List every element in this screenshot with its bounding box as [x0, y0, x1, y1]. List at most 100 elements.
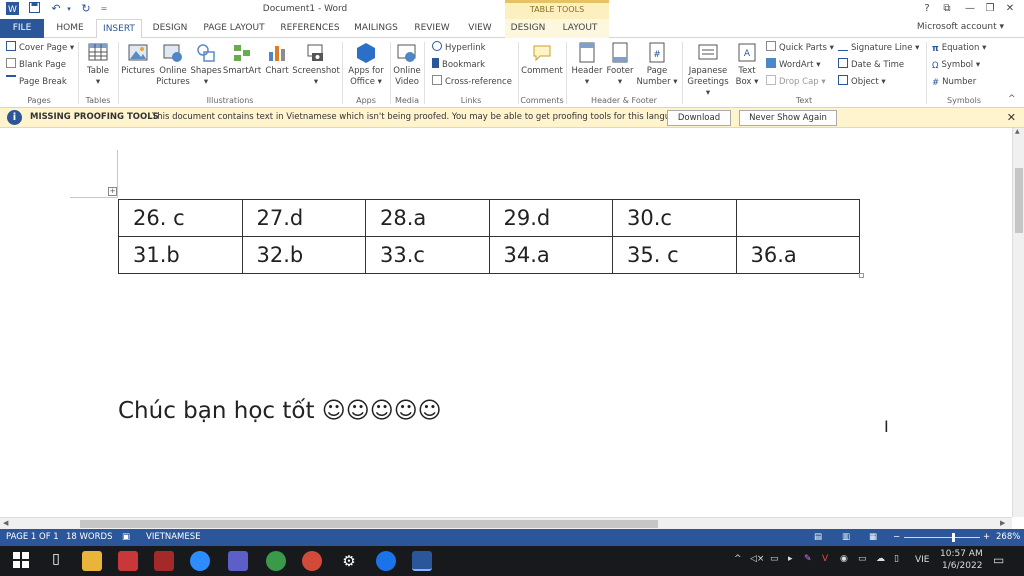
cloud-icon[interactable]: ☁ [876, 554, 885, 564]
table-cell[interactable]: 36.a [735, 236, 860, 274]
online-pictures-button[interactable]: Online Pictures [156, 42, 190, 88]
zalo-icon[interactable] [376, 551, 396, 571]
vtv-app-icon[interactable] [154, 551, 174, 571]
cover-page-button[interactable]: Cover Page ▾ [6, 41, 74, 55]
teams-icon[interactable] [228, 551, 248, 571]
horizontal-scroll-thumb[interactable] [80, 520, 658, 528]
closing-paragraph[interactable]: Chúc bạn học tốt ☺☺☺☺☺ [118, 398, 442, 424]
shapes-button[interactable]: Shapes ▾ [190, 42, 222, 88]
pictures-button[interactable]: Pictures [120, 42, 156, 77]
file-explorer-icon[interactable] [82, 551, 102, 571]
snipping-tool-icon[interactable] [118, 551, 138, 571]
tray-chevron-up-icon[interactable]: ^ [734, 554, 742, 564]
page-break-button[interactable]: Page Break [6, 75, 67, 89]
ribbon-display-options-icon[interactable]: ⧉ [937, 1, 957, 17]
object-button[interactable]: Object ▾ [838, 75, 886, 89]
settings-gear-icon[interactable]: ⚙ [339, 551, 359, 571]
zoom-level[interactable]: 268% [996, 532, 1020, 542]
minimize-button[interactable]: — [960, 1, 980, 17]
date-time-button[interactable]: Date & Time [838, 58, 904, 72]
document-canvas[interactable]: + 26. c 27.d 28.a 29.d 30.c 31.b 32.b 33… [0, 128, 1012, 517]
account-menu[interactable]: Microsoft account ▾ [917, 22, 1004, 32]
horizontal-scrollbar[interactable]: ◀ ▶ [0, 517, 1012, 529]
close-button[interactable]: ✕ [1000, 1, 1020, 17]
tab-view[interactable]: VIEW [461, 19, 499, 38]
chrome-profile-icon[interactable] [302, 551, 322, 571]
text-box-button[interactable]: A Text Box ▾ [732, 42, 762, 88]
tab-design[interactable]: DESIGN [148, 19, 192, 38]
table-cell[interactable]: 30.c [612, 199, 737, 237]
comment-button[interactable]: Comment [520, 42, 564, 77]
task-view-icon[interactable]: ▯ [46, 551, 66, 571]
drop-cap-button[interactable]: Drop Cap ▾ [766, 75, 826, 89]
chat-tray-icon[interactable]: ▭ [858, 554, 867, 564]
symbol-button[interactable]: Ω Symbol ▾ [932, 58, 980, 72]
clock-date[interactable]: 1/6/2022 [942, 561, 982, 571]
collapse-ribbon-icon[interactable]: ^ [1008, 94, 1016, 104]
apps-for-office-button[interactable]: Apps for Office ▾ [344, 42, 388, 88]
chart-button[interactable]: Chart [262, 42, 292, 77]
tab-references[interactable]: REFERENCES [276, 19, 344, 38]
table-move-handle[interactable]: + [108, 187, 117, 196]
tab-review[interactable]: REVIEW [409, 19, 455, 38]
table-cell[interactable]: 29.d [488, 199, 613, 237]
table-cell[interactable]: 27.d [241, 199, 366, 237]
app-tray-icon[interactable]: ◉ [840, 554, 848, 564]
cross-reference-button[interactable]: Cross-reference [432, 75, 512, 89]
blank-page-button[interactable]: Blank Page [6, 58, 66, 72]
table-cell[interactable]: 34.a [488, 236, 613, 274]
page-number-button[interactable]: # Page Number ▾ [636, 42, 678, 88]
vietkey-icon[interactable]: V [822, 554, 828, 564]
zoom-slider[interactable] [904, 537, 980, 538]
table-resize-handle[interactable] [859, 273, 864, 278]
header-button[interactable]: Header ▾ [570, 42, 604, 88]
scroll-left-icon[interactable]: ◀ [3, 519, 8, 527]
number-button[interactable]: # Number [932, 75, 976, 89]
web-layout-icon[interactable]: ▦ [869, 532, 877, 542]
word-count[interactable]: 18 WORDS [66, 532, 112, 542]
close-icon[interactable]: ✕ [1007, 111, 1016, 124]
chrome-icon[interactable] [266, 551, 286, 571]
answer-table[interactable]: 26. c 27.d 28.a 29.d 30.c 31.b 32.b 33.c… [118, 199, 860, 274]
online-video-button[interactable]: Online Video [392, 42, 422, 88]
footer-button[interactable]: Footer ▾ [604, 42, 636, 88]
table-cell[interactable]: 28.a [365, 199, 490, 237]
windows-start-icon[interactable] [12, 551, 32, 571]
read-mode-icon[interactable]: ▤ [814, 532, 822, 542]
table-cell[interactable] [735, 199, 860, 237]
proofing-icon[interactable]: ▣ [122, 532, 130, 542]
volume-icon[interactable]: ◁× [750, 554, 764, 564]
tab-file[interactable]: FILE [0, 19, 44, 38]
notification-icon[interactable]: ▭ [993, 553, 1004, 567]
zoom-meetings-icon[interactable] [190, 551, 210, 571]
hyperlink-button[interactable]: Hyperlink [432, 41, 486, 55]
print-layout-icon[interactable]: ▥ [842, 532, 850, 542]
japanese-greetings-button[interactable]: Japanese Greetings ▾ [684, 42, 732, 99]
screenshot-button[interactable]: Screenshot ▾ [292, 42, 340, 88]
page-count[interactable]: PAGE 1 OF 1 [6, 532, 59, 542]
download-button[interactable]: Download [667, 110, 731, 126]
table-cell[interactable]: 35. c [612, 236, 737, 274]
battery-icon[interactable]: ▯ [894, 554, 899, 564]
pen-icon[interactable]: ✎ [804, 554, 812, 564]
input-language[interactable]: VIE [915, 555, 930, 565]
vertical-scroll-thumb[interactable] [1015, 168, 1023, 233]
table-cell[interactable]: 33.c [365, 236, 490, 274]
language-indicator[interactable]: VIETNAMESE [146, 532, 201, 542]
scroll-up-icon[interactable]: ▲ [1015, 128, 1020, 135]
smartart-button[interactable]: SmartArt [222, 42, 262, 77]
wordart-button[interactable]: WordArt ▾ [766, 58, 820, 72]
never-show-again-button[interactable]: Never Show Again [739, 110, 837, 126]
zoom-in-icon[interactable]: + [983, 532, 990, 542]
table-cell[interactable]: 31.b [118, 236, 243, 274]
tray-arrow-icon[interactable]: ▸ [788, 554, 793, 564]
tab-table-layout[interactable]: LAYOUT [551, 19, 609, 38]
word-taskbar-icon[interactable] [412, 551, 432, 571]
zoom-slider-thumb[interactable] [952, 533, 955, 542]
tab-insert[interactable]: INSERT [96, 19, 142, 39]
vertical-scrollbar[interactable]: ▲ [1012, 128, 1024, 517]
table-button[interactable]: Table ▾ [82, 42, 114, 88]
scroll-right-icon[interactable]: ▶ [1000, 519, 1005, 527]
help-button[interactable]: ? [917, 1, 937, 17]
table-cell[interactable]: 32.b [241, 236, 366, 274]
